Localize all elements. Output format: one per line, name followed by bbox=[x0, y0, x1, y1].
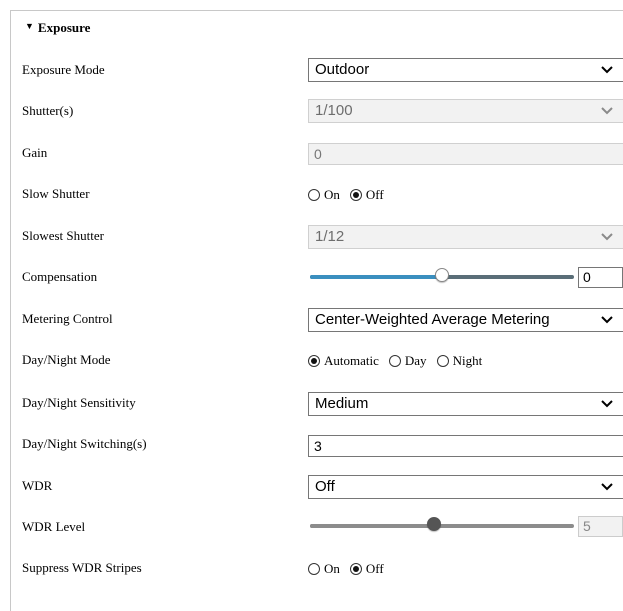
exposure-mode-row: Exposure Mode Outdoor bbox=[0, 56, 623, 92]
day-night-sensitivity-row: Day/Night Sensitivity Medium bbox=[0, 389, 623, 425]
suppress-wdr-stripes-row: Suppress WDR Stripes On Off bbox=[0, 554, 623, 590]
slow-shutter-off-label[interactable]: Off bbox=[366, 187, 384, 203]
shutter-select[interactable]: 1/100 bbox=[308, 99, 623, 123]
compensation-slider[interactable] bbox=[308, 267, 574, 287]
slow-shutter-row: Slow Shutter On Off bbox=[0, 180, 623, 216]
shutter-label: Shutter(s) bbox=[22, 103, 74, 118]
slow-shutter-on-label[interactable]: On bbox=[324, 187, 340, 203]
slowest-shutter-value: 1/12 bbox=[315, 228, 345, 245]
wdr-label: WDR bbox=[22, 478, 53, 493]
day-night-day-label[interactable]: Day bbox=[405, 353, 427, 369]
wdr-row: WDR Off bbox=[0, 472, 623, 508]
suppress-wdr-stripes-label: Suppress WDR Stripes bbox=[22, 560, 142, 575]
chevron-down-icon bbox=[601, 483, 613, 491]
suppress-wdr-on-radio[interactable] bbox=[308, 563, 320, 575]
compensation-slider-thumb[interactable] bbox=[435, 268, 449, 282]
compensation-slider-fill bbox=[310, 275, 442, 279]
wdr-level-label: WDR Level bbox=[22, 519, 86, 534]
suppress-wdr-on-label[interactable]: On bbox=[324, 561, 340, 577]
wdr-level-slider[interactable] bbox=[308, 516, 574, 536]
slowest-shutter-row: Slowest Shutter 1/12 bbox=[0, 222, 623, 258]
shutter-value: 1/100 bbox=[315, 102, 353, 119]
compensation-label: Compensation bbox=[22, 269, 98, 284]
day-night-automatic-radio[interactable] bbox=[308, 355, 320, 367]
suppress-wdr-off-label[interactable]: Off bbox=[366, 561, 384, 577]
chevron-down-icon bbox=[601, 316, 613, 324]
slow-shutter-off-radio[interactable] bbox=[349, 189, 362, 201]
day-night-mode-radio-group: Automatic Day Night bbox=[308, 353, 488, 369]
metering-control-label: Metering Control bbox=[22, 311, 113, 326]
collapse-arrow-icon[interactable]: ▼ bbox=[25, 21, 34, 31]
day-night-mode-row: Day/Night Mode Automatic Day Night bbox=[0, 346, 623, 382]
chevron-down-icon bbox=[601, 107, 613, 115]
metering-control-select[interactable]: Center-Weighted Average Metering bbox=[308, 308, 623, 332]
chevron-down-icon bbox=[601, 233, 613, 241]
exposure-mode-value: Outdoor bbox=[315, 61, 370, 78]
slow-shutter-label: Slow Shutter bbox=[22, 186, 90, 201]
wdr-level-value-input[interactable]: 5 bbox=[578, 516, 623, 537]
chevron-down-icon bbox=[601, 400, 613, 408]
wdr-level-slider-thumb[interactable] bbox=[427, 517, 442, 531]
day-night-sensitivity-value: Medium bbox=[315, 395, 369, 412]
slow-shutter-radio-group: On Off bbox=[308, 187, 390, 203]
suppress-wdr-off-radio[interactable] bbox=[349, 563, 362, 575]
day-night-sensitivity-select[interactable]: Medium bbox=[308, 392, 623, 416]
shutter-row: Shutter(s) 1/100 bbox=[0, 97, 623, 133]
day-night-night-label[interactable]: Night bbox=[453, 353, 483, 369]
exposure-mode-label: Exposure Mode bbox=[22, 62, 105, 77]
exposure-section-header[interactable]: ▼ Exposure bbox=[22, 19, 95, 37]
compensation-row: Compensation 0 bbox=[0, 263, 623, 299]
day-night-switching-row: Day/Night Switching(s) 3 bbox=[0, 430, 623, 466]
gain-label: Gain bbox=[22, 145, 48, 160]
day-night-switching-input[interactable]: 3 bbox=[308, 435, 623, 457]
day-night-sensitivity-label: Day/Night Sensitivity bbox=[22, 395, 136, 410]
section-title: Exposure bbox=[37, 20, 91, 35]
day-night-mode-label: Day/Night Mode bbox=[22, 352, 111, 367]
day-night-night-radio[interactable] bbox=[436, 355, 449, 367]
gain-input[interactable]: 0 bbox=[308, 143, 623, 165]
wdr-select[interactable]: Off bbox=[308, 475, 623, 499]
slow-shutter-on-radio[interactable] bbox=[308, 189, 320, 201]
exposure-mode-select[interactable]: Outdoor bbox=[308, 58, 623, 82]
compensation-value-input[interactable]: 0 bbox=[578, 267, 623, 288]
suppress-wdr-stripes-radio-group: On Off bbox=[308, 561, 390, 577]
gain-row: Gain 0 bbox=[0, 139, 623, 175]
metering-control-value: Center-Weighted Average Metering bbox=[315, 311, 550, 328]
wdr-level-slider-fill bbox=[310, 524, 435, 528]
wdr-value: Off bbox=[315, 478, 335, 495]
slowest-shutter-label: Slowest Shutter bbox=[22, 228, 104, 243]
day-night-day-radio[interactable] bbox=[388, 355, 401, 367]
metering-control-row: Metering Control Center-Weighted Average… bbox=[0, 305, 623, 341]
day-night-automatic-label[interactable]: Automatic bbox=[324, 353, 379, 369]
slowest-shutter-select[interactable]: 1/12 bbox=[308, 225, 623, 249]
day-night-switching-label: Day/Night Switching(s) bbox=[22, 436, 147, 451]
chevron-down-icon bbox=[601, 66, 613, 74]
wdr-level-row: WDR Level 5 bbox=[0, 513, 623, 549]
